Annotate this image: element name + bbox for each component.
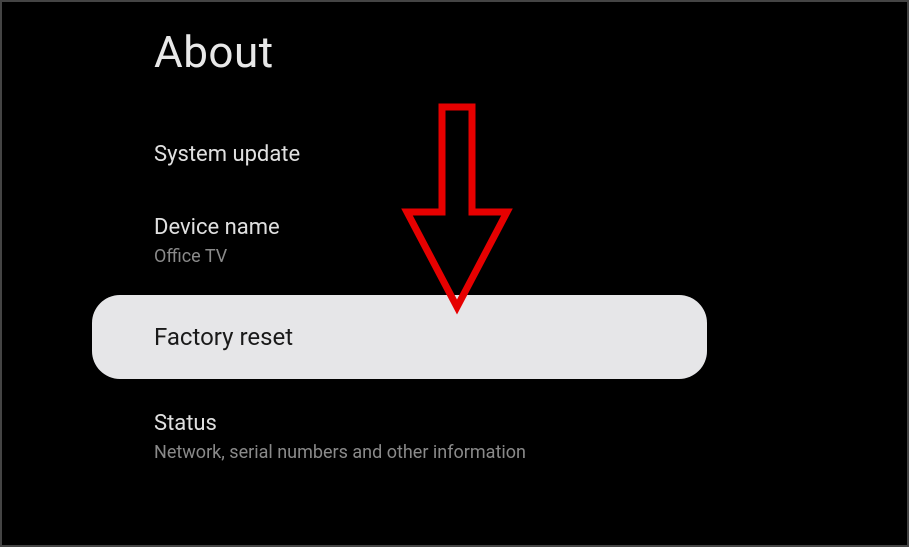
menu-item-system-update[interactable]: System update — [92, 130, 707, 197]
menu-item-label: Status — [154, 411, 645, 436]
menu-item-device-name[interactable]: Device name Office TV — [92, 197, 707, 287]
menu-item-value: Office TV — [154, 246, 645, 267]
menu-item-label: System update — [154, 142, 645, 167]
menu-item-label: Device name — [154, 215, 645, 240]
menu-item-status[interactable]: Status Network, serial numbers and other… — [92, 393, 707, 481]
page-title: About — [154, 26, 274, 78]
menu-item-label: Factory reset — [154, 323, 645, 351]
menu-item-factory-reset[interactable]: Factory reset — [92, 295, 707, 379]
about-menu: System update Device name Office TV Fact… — [92, 130, 707, 481]
menu-item-sublabel: Network, serial numbers and other inform… — [154, 442, 645, 463]
